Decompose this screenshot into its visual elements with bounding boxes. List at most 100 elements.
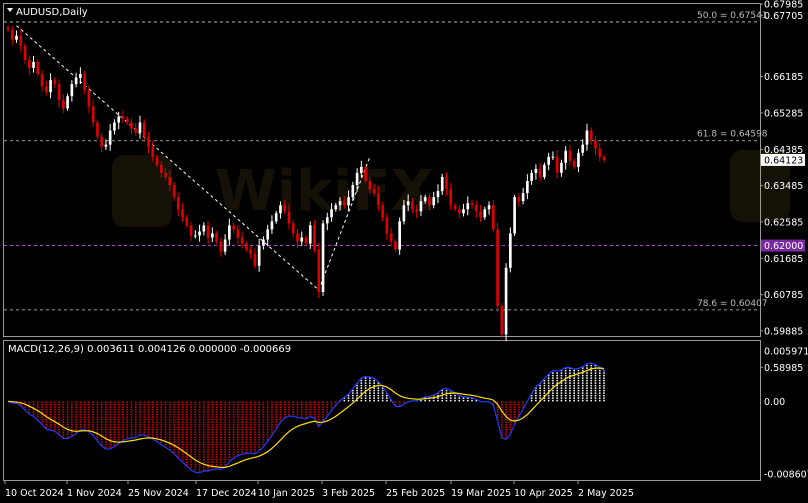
candle [202, 222, 206, 236]
candle-body [568, 150, 572, 161]
candle-body [389, 233, 393, 242]
candle-body [172, 185, 176, 198]
candle-body [185, 217, 189, 226]
candle-body [206, 225, 210, 238]
candle [585, 123, 589, 151]
candle [560, 159, 563, 177]
candle-body [406, 201, 410, 206]
candle-body [134, 128, 138, 133]
candle [125, 116, 129, 125]
date-tick-label: 19 Mar 2025 [451, 488, 511, 499]
candle [598, 142, 602, 162]
candle [547, 152, 550, 171]
dropdown-triangle-icon[interactable] [7, 8, 13, 12]
chart-window[interactable]: WikiFX AUDUSD,Daily 50.0 = 0.67541 61.8 =… [0, 0, 808, 503]
candle [364, 164, 367, 184]
candle-body [53, 80, 57, 85]
candle [538, 162, 542, 182]
candle [436, 184, 440, 204]
candle-body [304, 237, 308, 244]
candle [138, 115, 142, 139]
candle [474, 200, 478, 219]
date-tick-label: 10 Jan 2025 [258, 488, 315, 499]
candle-body [594, 140, 597, 149]
candle-body [130, 122, 133, 129]
candle-body [236, 229, 240, 238]
candle [57, 79, 61, 108]
candle-body [372, 189, 376, 194]
price-tick-label: 0.63485 [764, 181, 803, 192]
candle [449, 183, 453, 210]
candle-body [398, 221, 401, 250]
date-tick-label: 25 Feb 2025 [386, 488, 445, 499]
candle [483, 206, 487, 220]
candle-body [517, 197, 521, 202]
candle-body [449, 189, 453, 206]
candle-body [27, 59, 31, 68]
candle-body [513, 197, 516, 234]
candle-body [602, 156, 606, 161]
candle-body [6, 27, 10, 30]
macd-tick-label: 0.00 [764, 397, 785, 408]
candle-body [560, 162, 563, 173]
candle [15, 30, 18, 43]
candle [445, 172, 448, 196]
trend-line[interactable] [16, 25, 320, 291]
candle [470, 200, 474, 210]
candle-body [347, 197, 350, 206]
candle-body [577, 152, 580, 167]
candle [189, 221, 193, 241]
candle [440, 173, 444, 195]
candle-body [125, 118, 129, 123]
candle-body [300, 237, 304, 242]
candle-body [274, 213, 278, 222]
candle-body [589, 130, 593, 141]
candle [513, 194, 516, 236]
candle [534, 164, 538, 180]
candle-body [79, 74, 82, 79]
candle [317, 242, 321, 299]
candle-body [428, 197, 431, 206]
price-tick-label: 0.67705 [764, 11, 803, 22]
macd-title: MACD(12,26,9) 0.003611 0.004126 0.000000… [8, 344, 291, 355]
candle [198, 224, 201, 242]
candle-body [181, 209, 184, 218]
candle-body [509, 233, 512, 268]
candle [266, 224, 270, 247]
candle-body [108, 130, 112, 145]
candle [27, 55, 31, 75]
candle-body [87, 90, 91, 107]
svg-text:WikiFX: WikiFX [215, 159, 434, 224]
candle-body [402, 205, 406, 222]
candle-body [159, 164, 163, 173]
candle-body [228, 225, 231, 240]
candle [602, 154, 606, 163]
fib-level-label: 78.6 = 0.60407 [697, 299, 768, 309]
candle [491, 199, 495, 233]
candle-body [291, 223, 295, 234]
candle [300, 231, 304, 247]
candle-body [219, 241, 223, 252]
candle-body [117, 116, 121, 123]
candle-body [211, 233, 214, 238]
trend-lines[interactable] [16, 25, 371, 291]
price-axis: 0.679850.677050.661850.652850.643850.634… [760, 0, 805, 374]
candle-body [470, 203, 474, 206]
candle-body [432, 197, 436, 206]
macd-histogram [11, 363, 605, 473]
candle-body [245, 243, 248, 250]
candle [321, 220, 325, 296]
date-axis: 10 Oct 2024 1 Nov 2024 25 Nov 2024 17 Dec 2… [4, 480, 634, 499]
candle-body [96, 122, 99, 137]
candle [6, 25, 10, 33]
price-tick-label: 0.65285 [764, 108, 803, 119]
candle [23, 42, 27, 64]
candle-body [411, 201, 414, 210]
candle-body [138, 122, 142, 133]
price-tick-label: 0.61685 [764, 254, 803, 265]
candle [130, 118, 133, 134]
symbol-title[interactable]: AUDUSD,Daily [7, 7, 88, 18]
candle-body [385, 217, 389, 234]
candle [394, 239, 397, 253]
candle [504, 263, 508, 342]
